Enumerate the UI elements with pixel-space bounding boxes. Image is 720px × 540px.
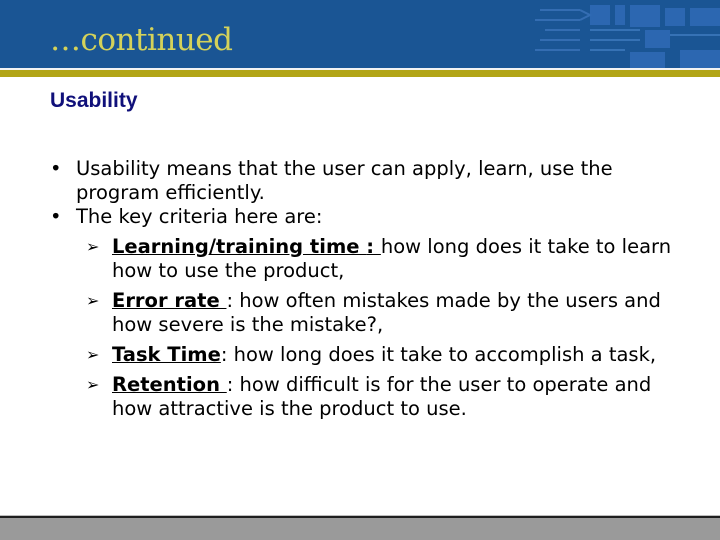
slide-title: …continued <box>50 22 233 58</box>
slide-footer-band <box>0 518 720 540</box>
bullet-text: The key criteria here are: <box>76 205 323 228</box>
criteria-item: ➢ Learning/training time : how long does… <box>50 235 690 283</box>
circuit-decoration-icon <box>535 5 720 68</box>
criteria-item: ➢ Error rate : how often mistakes made b… <box>50 289 690 337</box>
bullet-item: • The key criteria here are: <box>50 205 690 229</box>
criteria-term: Learning/training time <box>112 235 367 258</box>
bullet-item: • Usability means that the user can appl… <box>50 157 690 205</box>
criteria-separator: : <box>220 343 234 366</box>
slide-body: • Usability means that the user can appl… <box>50 157 690 421</box>
arrow-bullet-icon: ➢ <box>86 291 100 310</box>
criteria-item: ➢ Retention : how difficult is for the u… <box>50 373 690 421</box>
arrow-bullet-icon: ➢ <box>86 237 100 256</box>
bullet-text: Usability means that the user can apply,… <box>76 157 613 204</box>
slide-header: …continued <box>0 0 720 68</box>
slide-subtitle: Usability <box>50 89 138 112</box>
header-accent-band <box>0 70 720 77</box>
bullet-dot-icon: • <box>50 157 62 180</box>
criteria-description: how long does it take to accomplish a ta… <box>233 343 657 366</box>
bullet-dot-icon: • <box>50 205 62 228</box>
criteria-separator: : <box>226 373 240 396</box>
arrow-bullet-icon: ➢ <box>86 345 100 364</box>
arrow-bullet-icon: ➢ <box>86 375 100 394</box>
criteria-separator: : <box>226 289 240 312</box>
criteria-item: ➢ Task Time: how long does it take to ac… <box>50 343 690 367</box>
criteria-term: Task Time <box>112 343 221 366</box>
criteria-term: Error rate <box>112 289 227 312</box>
criteria-separator: : <box>366 235 381 258</box>
criteria-term: Retention <box>112 373 227 396</box>
